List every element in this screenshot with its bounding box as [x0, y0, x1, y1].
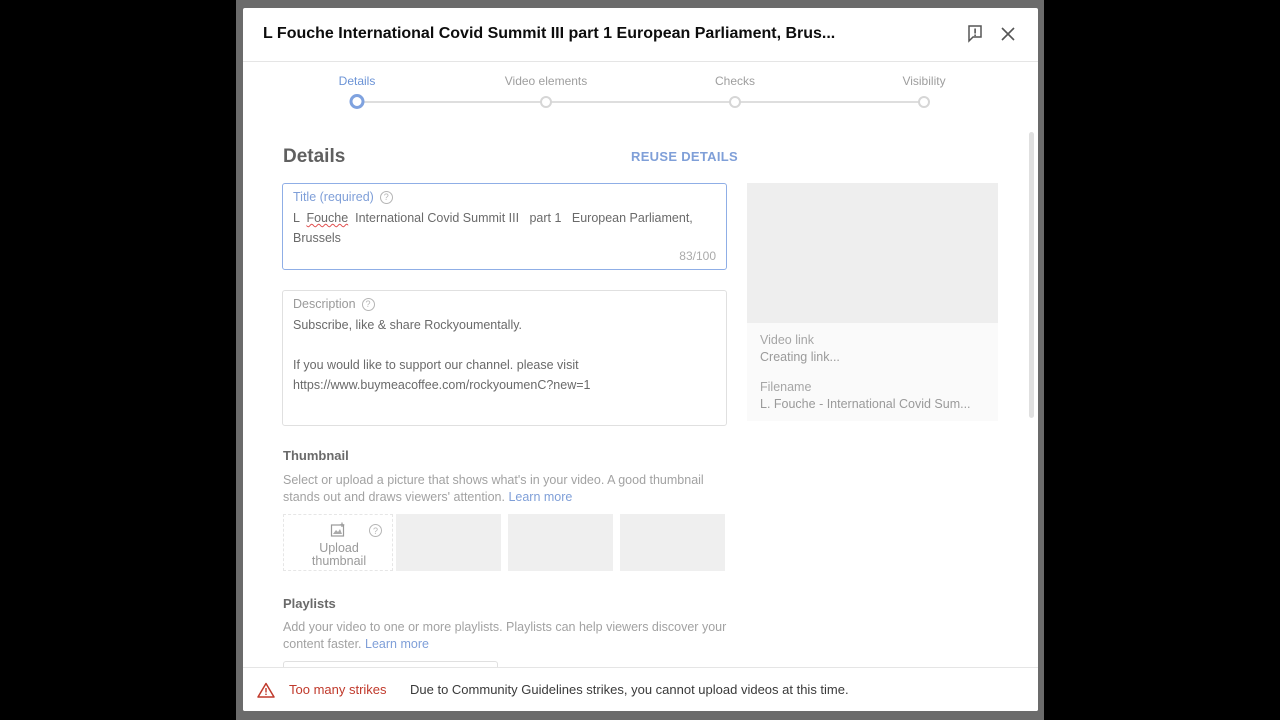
title-value-rest: International Covid Summit III part 1 Eu… — [293, 211, 697, 245]
stepper-track — [357, 101, 924, 103]
description-label-text: Description — [293, 297, 356, 311]
upload-thumbnail-label-line2: thumbnail — [311, 554, 367, 568]
strike-status-message: Due to Community Guidelines strikes, you… — [410, 682, 849, 697]
description-field-label: Description ? — [293, 297, 375, 311]
step-details-dot[interactable] — [349, 94, 365, 109]
step-visibility-dot[interactable] — [918, 96, 930, 108]
description-field[interactable]: Description ? Subscribe, like & share Ro… — [282, 290, 727, 426]
strike-warning-bar: Too many strikes Due to Community Guidel… — [243, 667, 1038, 711]
step-video-elements-dot[interactable] — [540, 96, 552, 108]
help-icon[interactable]: ? — [361, 297, 375, 311]
title-field-label: Title (required) ? — [293, 190, 393, 204]
help-icon[interactable]: ? — [369, 524, 382, 537]
upload-dialog: L Fouche International Covid Summit III … — [243, 8, 1038, 711]
title-value-word-2: Fouche — [306, 211, 349, 225]
playlists-description-text: Add your video to one or more playlists.… — [283, 620, 727, 651]
details-content: Details REUSE DETAILS Title (required) ?… — [243, 123, 1038, 667]
thumbnail-heading: Thumbnail — [283, 448, 349, 463]
details-heading: Details — [283, 146, 346, 167]
playlists-heading: Playlists — [283, 596, 336, 611]
auto-thumbnail-option-3[interactable] — [620, 514, 725, 571]
upload-thumbnail-label: Upload thumbnail — [284, 542, 394, 568]
dialog-title: L Fouche International Covid Summit III … — [263, 25, 836, 42]
dialog-header: L Fouche International Covid Summit III … — [243, 8, 1038, 62]
description-value[interactable]: Subscribe, like & share Rockyoumentally.… — [293, 315, 718, 395]
title-char-counter: 83/100 — [679, 249, 716, 263]
help-icon[interactable]: ? — [379, 190, 393, 204]
video-link-value: Creating link... — [760, 350, 840, 364]
playlists-learn-more-link[interactable]: Learn more — [365, 637, 429, 651]
thumbnail-learn-more-link[interactable]: Learn more — [508, 490, 572, 504]
reuse-details-button[interactable]: REUSE DETAILS — [631, 149, 738, 164]
content-scrollbar[interactable] — [1029, 132, 1034, 418]
thumbnail-description-text: Select or upload a picture that shows wh… — [283, 473, 704, 504]
step-visibility-label[interactable]: Visibility — [902, 74, 945, 88]
title-label-text: Title (required) — [293, 190, 374, 204]
auto-thumbnail-option-2[interactable] — [508, 514, 613, 571]
thumbnail-description: Select or upload a picture that shows wh… — [283, 472, 733, 506]
close-icon[interactable] — [997, 23, 1019, 45]
auto-thumbnail-option-1[interactable] — [396, 514, 501, 571]
filename-value: L. Fouche - International Covid Sum... — [760, 397, 971, 411]
video-link-label: Video link — [760, 333, 814, 347]
step-video-elements-label[interactable]: Video elements — [505, 74, 588, 88]
title-value[interactable]: L Fouche International Covid Summit III … — [293, 208, 718, 248]
title-field[interactable]: Title (required) ? L Fouche Internationa… — [282, 183, 727, 270]
video-preview-player[interactable] — [747, 183, 998, 323]
warning-icon — [257, 682, 275, 698]
filename-label: Filename — [760, 380, 812, 394]
strike-status-title: Too many strikes — [289, 682, 387, 697]
playlists-description: Add your video to one or more playlists.… — [283, 619, 733, 653]
title-value-word-1: L — [293, 211, 300, 225]
step-checks-dot[interactable] — [729, 96, 741, 108]
step-checks-label[interactable]: Checks — [715, 74, 755, 88]
step-details-label[interactable]: Details — [339, 74, 376, 88]
upload-stepper: Details Video elements Checks Visibility — [243, 63, 1038, 123]
add-photo-icon — [330, 522, 345, 537]
video-preview-card: Video link Creating link... Filename L. … — [747, 183, 998, 421]
report-flag-icon[interactable] — [964, 23, 986, 45]
upload-thumbnail-button[interactable]: ? Upload thumbnail — [283, 514, 393, 571]
